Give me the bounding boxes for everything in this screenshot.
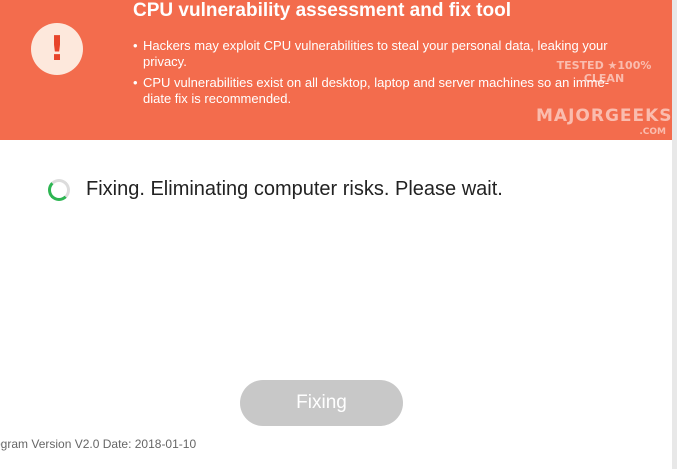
version-info: ogram Version V2.0 Date: 2018-01-10: [0, 437, 197, 451]
window-edge: [672, 0, 677, 469]
warning-icon: !: [31, 23, 83, 75]
bullet-dot: •: [133, 75, 138, 90]
watermark-brand-text: MAJORGEEKS: [536, 106, 673, 127]
bullet-dot: •: [133, 38, 138, 53]
status-row: Fixing. Eliminating computer risks. Plea…: [48, 178, 503, 201]
app-window: ! CPU vulnerability assessment and fix t…: [0, 0, 677, 469]
watermark-tested-text: TESTED ★100% CLEAN: [556, 59, 652, 85]
fixing-button[interactable]: Fixing: [240, 380, 403, 426]
majorgeeks-watermark: TESTED ★100% CLEAN MAJORGEEKS .COM: [536, 59, 673, 140]
watermark-domain-text: .COM: [639, 126, 666, 137]
status-message: Fixing. Eliminating computer risks. Plea…: [86, 178, 503, 200]
exclamation-icon: !: [49, 29, 65, 69]
banner-title: CPU vulnerability assessment and fix too…: [133, 0, 511, 21]
loading-spinner-icon: [48, 178, 70, 201]
warning-banner: ! CPU vulnerability assessment and fix t…: [0, 0, 672, 140]
